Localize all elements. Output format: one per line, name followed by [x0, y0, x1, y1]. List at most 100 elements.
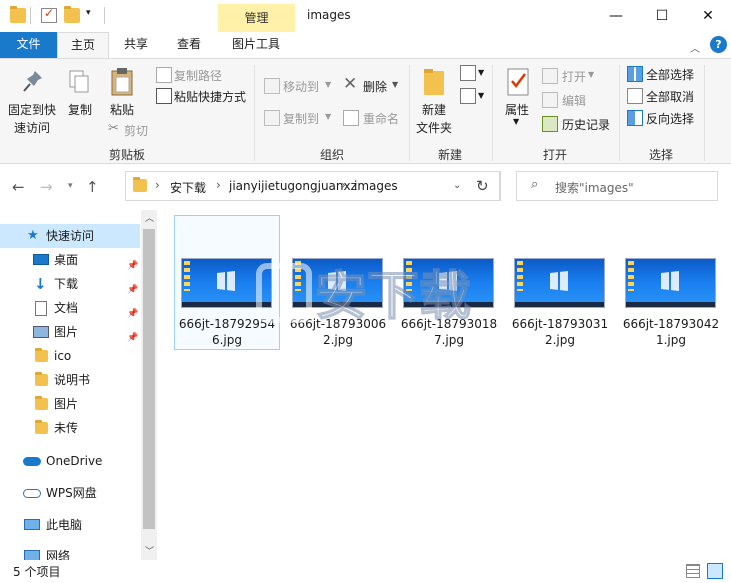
maximize-button[interactable]: ☐	[639, 0, 685, 32]
chevron-down-icon: ▼	[478, 68, 485, 77]
select-none-button[interactable]: 全部取消	[646, 88, 694, 105]
file-item[interactable]: 666jt-18793031 2.jpg	[508, 216, 612, 349]
address-bar[interactable]: › 安下载 › jianyijietugongjuanxz › images ⌄	[125, 171, 500, 201]
pin-icon: 📌	[127, 309, 139, 319]
nav-network[interactable]: 网络	[0, 544, 140, 560]
pin-icon: 📌	[127, 333, 139, 343]
scroll-down-icon[interactable]: ﹀	[145, 544, 154, 557]
computer-icon	[24, 519, 40, 530]
move-to-button[interactable]: 移动到	[283, 78, 319, 95]
rename-button[interactable]: 重命名	[363, 110, 399, 127]
minimize-button[interactable]: —	[593, 0, 639, 32]
scroll-up-icon[interactable]: ︿	[145, 211, 154, 224]
new-item-icon[interactable]	[460, 65, 476, 81]
properties-quick-icon[interactable]: ✓	[41, 6, 57, 23]
refresh-icon[interactable]: ↻	[476, 177, 489, 195]
breadcrumb-item[interactable]: images	[354, 179, 398, 193]
document-icon	[35, 301, 47, 316]
nav-item-downloads[interactable]: ↓ 下载 📌	[0, 272, 140, 296]
cloud-icon	[23, 457, 41, 466]
nav-this-pc[interactable]: 此电脑	[0, 513, 140, 537]
nav-label: 说明书	[54, 373, 91, 387]
folder-icon	[133, 177, 147, 192]
paste-button[interactable]: 粘贴	[110, 101, 134, 118]
paste-shortcut-button[interactable]: 粘贴快捷方式	[174, 88, 246, 105]
tab-home[interactable]: 主页	[57, 32, 109, 59]
nav-item-pictures[interactable]: 图片 📌	[0, 320, 140, 344]
nav-wps[interactable]: WPS网盘	[0, 481, 140, 505]
paste-icon	[110, 67, 136, 97]
group-label-organize: 组织	[319, 148, 344, 162]
help-icon[interactable]: ?	[710, 36, 727, 53]
tab-file[interactable]: 文件	[0, 32, 57, 58]
edit-button[interactable]: 编辑	[562, 92, 586, 109]
tab-share[interactable]: 共享	[111, 32, 161, 58]
copy-button[interactable]: 复制	[68, 101, 92, 118]
nav-item-documents[interactable]: 文档 📌	[0, 296, 140, 320]
nav-label: 图片	[54, 397, 79, 411]
file-item[interactable]: 666jt-18793042 1.jpg	[619, 216, 723, 349]
nav-quick-access[interactable]: ★ 快速访问	[0, 224, 140, 248]
nav-onedrive[interactable]: OneDrive	[0, 449, 140, 473]
select-all-button[interactable]: 全部选择	[646, 66, 694, 83]
contextual-tab-manage[interactable]: 管理	[218, 4, 295, 32]
back-arrow-icon[interactable]: ←	[12, 178, 25, 196]
download-icon: ↓	[34, 275, 47, 293]
nav-item-ico[interactable]: ico	[0, 344, 140, 368]
copy-path-button[interactable]: 复制路径	[174, 67, 222, 84]
tab-picture-tools[interactable]: 图片工具	[217, 32, 295, 58]
pin-to-quick-access-button[interactable]: 固定到快	[8, 101, 56, 118]
divider	[500, 171, 501, 201]
group-label-new: 新建	[437, 148, 462, 162]
new-folder-quick-icon[interactable]	[64, 6, 80, 23]
tab-view[interactable]: 查看	[163, 32, 215, 58]
invert-selection-icon	[627, 110, 643, 126]
nav-item-desktop[interactable]: 桌面 📌	[0, 248, 140, 272]
easy-access-icon[interactable]	[460, 88, 476, 104]
folder-icon	[35, 420, 48, 434]
forward-arrow-icon[interactable]: →	[40, 178, 53, 196]
invert-selection-button[interactable]: 反向选择	[646, 110, 694, 127]
details-view-icon[interactable]	[686, 564, 700, 578]
close-button[interactable]: ✕	[685, 0, 731, 32]
open-icon	[542, 68, 558, 84]
delete-button[interactable]: 删除	[363, 78, 387, 95]
chevron-down-icon: ▼	[325, 80, 332, 89]
up-arrow-icon[interactable]: ↑	[86, 178, 99, 196]
open-button[interactable]: 打开	[562, 68, 586, 85]
cut-button[interactable]: 剪切	[124, 122, 148, 139]
copy-to-icon	[264, 110, 280, 126]
breadcrumb-item[interactable]: jianyijietugongjuanxz	[229, 179, 357, 193]
nav-item-pictures-folder[interactable]: 图片	[0, 392, 140, 416]
folder-icon[interactable]	[10, 6, 26, 23]
nav-item-unsent[interactable]: 未传	[0, 416, 140, 440]
chevron-down-icon: ▼	[392, 80, 399, 89]
delete-icon: ✕	[343, 74, 358, 94]
search-input[interactable]: 搜索"images"	[555, 179, 634, 196]
breadcrumb-separator-icon: ›	[341, 178, 346, 192]
customize-toolbar-icon[interactable]: ▾	[86, 8, 91, 18]
pin-icon: 📌	[127, 261, 139, 271]
select-all-icon	[627, 66, 643, 82]
scissors-icon: ✂	[108, 121, 119, 136]
nav-item-manual[interactable]: 说明书	[0, 368, 140, 392]
breadcrumb-item[interactable]: 安下载	[170, 179, 206, 196]
search-box[interactable]: ⌕ 搜索"images"	[516, 171, 718, 201]
properties-icon	[506, 67, 530, 97]
recent-locations-icon[interactable]: ▾	[68, 181, 73, 191]
properties-button[interactable]: 属性	[505, 101, 529, 118]
address-dropdown-icon[interactable]: ⌄	[453, 180, 461, 191]
ribbon-tabs: 文件 主页 共享 查看 图片工具 ︿ ?	[0, 32, 731, 59]
collapse-ribbon-icon[interactable]: ︿	[690, 40, 700, 55]
cloud-icon	[23, 489, 41, 498]
nav-label: 图片	[54, 325, 79, 339]
history-button[interactable]: 历史记录	[562, 116, 610, 133]
copy-icon	[68, 69, 90, 95]
new-folder-button[interactable]: 新建	[422, 101, 446, 118]
chevron-down-icon: ▼	[325, 112, 332, 121]
chevron-down-icon: ▼	[588, 70, 595, 79]
scrollbar-thumb[interactable]	[143, 229, 155, 529]
large-icons-view-icon[interactable]	[707, 563, 723, 579]
copy-to-button[interactable]: 复制到	[283, 110, 319, 127]
group-separator	[704, 65, 705, 161]
